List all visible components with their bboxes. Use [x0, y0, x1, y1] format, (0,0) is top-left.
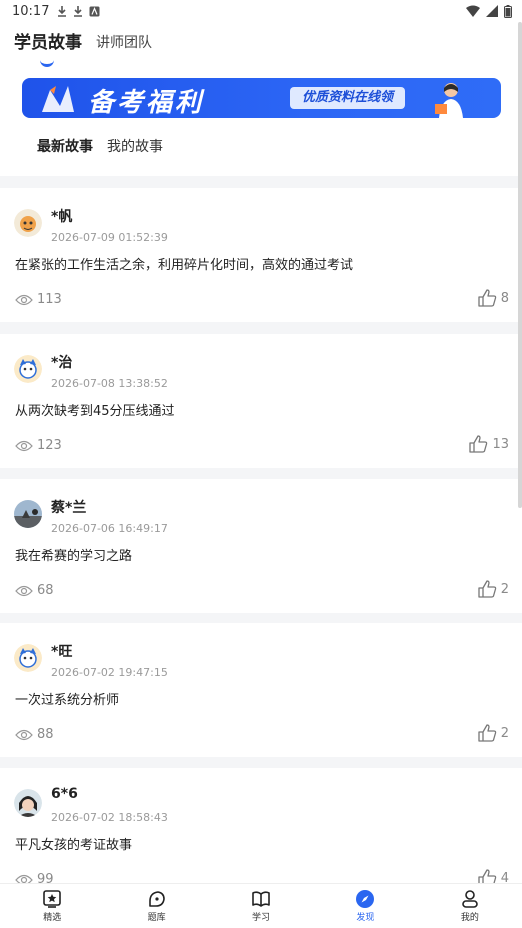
author-name: *治	[51, 355, 73, 371]
nav-profile[interactable]: 我的	[418, 884, 522, 928]
compass-icon	[356, 890, 375, 908]
avatar	[14, 644, 42, 672]
subtab-mine[interactable]: 我的故事	[107, 136, 163, 156]
nav-question-bank[interactable]: 题库	[104, 884, 208, 928]
story-card[interactable]: 蔡*兰 2026-07-06 16:49:17 我在希赛的学习之路 68 2	[0, 479, 522, 613]
eye-icon	[15, 440, 33, 451]
flag-decoration-icon	[42, 86, 74, 112]
bottom-nav: 精选 题库 学习 发现 我的	[0, 883, 522, 928]
nav-featured[interactable]: 精选	[0, 884, 104, 928]
divider	[0, 322, 522, 334]
view-count: 88	[15, 727, 54, 742]
avatar	[14, 789, 42, 817]
avatar	[14, 500, 42, 528]
view-count-value: 123	[37, 438, 62, 453]
eye-icon	[15, 585, 33, 596]
like-button[interactable]: 2	[477, 579, 509, 599]
view-count-value: 68	[37, 583, 54, 598]
story-card[interactable]: *治 2026-07-08 13:38:52 从两次缺考到45分压线通过 123…	[0, 334, 522, 468]
book-icon	[252, 891, 270, 907]
divider	[0, 176, 522, 188]
avatar	[14, 209, 42, 237]
thumbs-up-icon	[478, 289, 496, 307]
status-time: 10:17	[12, 3, 50, 19]
story-content: 从两次缺考到45分压线通过	[15, 404, 175, 419]
story-content: 一次过系统分析师	[15, 693, 120, 708]
nav-study[interactable]: 学习	[209, 884, 313, 928]
post-time: 2026-07-08 13:38:52	[51, 377, 168, 390]
author-name: *帆	[51, 209, 73, 225]
view-count: 113	[15, 292, 62, 307]
divider	[0, 467, 522, 479]
eye-icon	[15, 729, 33, 740]
post-time: 2026-07-02 18:58:43	[51, 811, 168, 824]
like-count: 2	[500, 581, 509, 597]
battery-icon	[504, 4, 512, 18]
nav-label: 我的	[460, 913, 479, 923]
view-count-value: 113	[37, 292, 62, 307]
download-icon	[74, 6, 83, 17]
download-icon	[58, 6, 67, 17]
status-bar: 10:17	[0, 0, 522, 22]
nav-label: 题库	[147, 913, 166, 923]
author-name: 6*6	[51, 786, 78, 802]
scrollbar[interactable]	[518, 22, 522, 508]
author-name: *旺	[51, 644, 73, 660]
signal-icon	[486, 5, 498, 17]
like-button[interactable]: 8	[477, 288, 509, 308]
nav-label: 学习	[252, 913, 271, 923]
story-card[interactable]: *帆 2026-07-09 01:52:39 在紧张的工作生活之余，利用碎片化时…	[0, 188, 522, 322]
banner-pill: 优质资料在线领	[290, 87, 406, 109]
like-button[interactable]: 13	[468, 434, 509, 454]
like-count: 8	[500, 290, 509, 306]
subtab-latest[interactable]: 最新故事	[37, 136, 93, 156]
edit-icon	[148, 891, 165, 907]
thumbs-up-icon	[469, 435, 488, 453]
thumbs-up-icon	[478, 724, 496, 742]
app-notification-icon	[89, 6, 100, 16]
story-card[interactable]: 6*6 2026-07-02 18:58:43 平凡女孩的考证故事 99 4	[0, 768, 522, 902]
avatar	[14, 355, 42, 383]
star-icon	[43, 890, 62, 908]
person-illustration-icon	[435, 83, 463, 118]
banner-title: 备考福利	[88, 88, 205, 118]
post-time: 2026-07-06 16:49:17	[51, 522, 168, 535]
like-count: 13	[492, 436, 509, 452]
promo-banner[interactable]: 备考福利 优质资料在线领	[22, 78, 501, 118]
post-time: 2026-07-02 19:47:15	[51, 666, 168, 679]
story-content: 在紧张的工作生活之余，利用碎片化时间，高效的通过考试	[15, 258, 354, 273]
story-content: 平凡女孩的考证故事	[15, 838, 133, 853]
eye-icon	[15, 294, 33, 305]
post-time: 2026-07-09 01:52:39	[51, 231, 168, 244]
view-count: 123	[15, 438, 62, 453]
nav-label: 发现	[356, 913, 375, 923]
thumbs-up-icon	[478, 580, 496, 598]
tab-indicator	[40, 58, 54, 67]
nav-label: 精选	[43, 913, 62, 923]
divider	[0, 756, 522, 768]
story-content: 我在希赛的学习之路	[15, 549, 133, 564]
nav-discover[interactable]: 发现	[313, 884, 417, 928]
view-count: 68	[15, 583, 54, 598]
view-count-value: 88	[37, 727, 54, 742]
story-subtabs: 最新故事 我的故事	[37, 136, 163, 156]
story-card[interactable]: *旺 2026-07-02 19:47:15 一次过系统分析师 88 2	[0, 623, 522, 757]
user-icon	[462, 890, 478, 908]
tab-student-stories[interactable]: 学员故事	[14, 28, 82, 53]
like-button[interactable]: 2	[477, 723, 509, 743]
like-count: 2	[500, 725, 509, 741]
tab-teacher-team[interactable]: 讲师团队	[96, 32, 152, 53]
wifi-icon	[466, 5, 480, 17]
author-name: 蔡*兰	[51, 500, 87, 516]
header-tabs: 学员故事 讲师团队	[14, 28, 152, 53]
